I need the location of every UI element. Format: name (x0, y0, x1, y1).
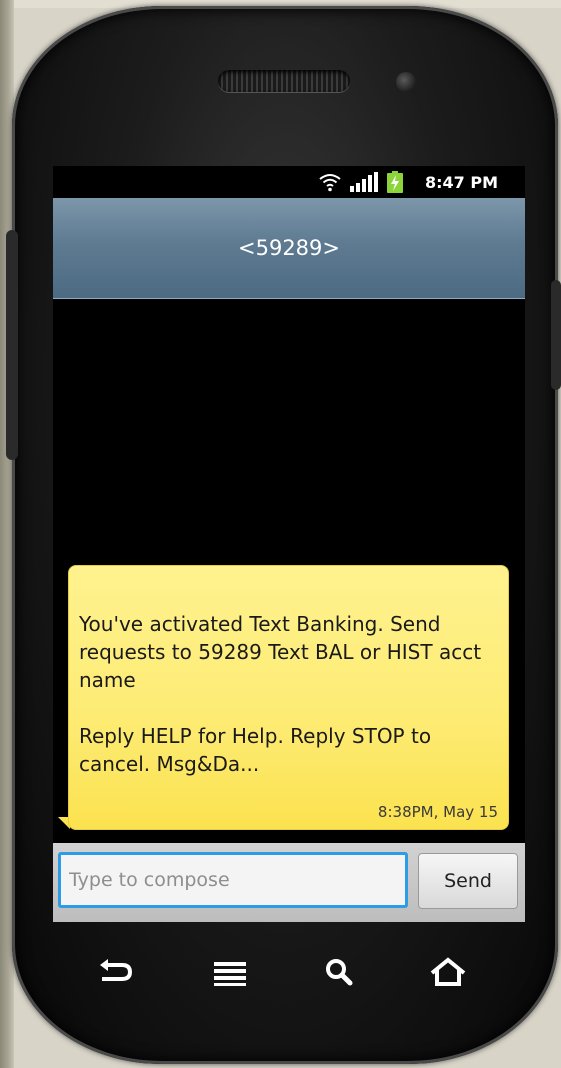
conversation-title: <59289> (238, 236, 340, 260)
message-list[interactable]: You've activated Text Banking. Send requ… (53, 299, 525, 842)
message-text: You've activated Text Banking. Send requ… (79, 612, 482, 776)
power-button (551, 280, 561, 390)
phone-screen: 8:47 PM <59289> You've activated Text Ba… (53, 166, 525, 922)
conversation-header: <59289> (53, 198, 525, 299)
signal-icon (350, 172, 378, 192)
message-bubble[interactable]: You've activated Text Banking. Send requ… (68, 565, 509, 830)
compose-bar: Send (53, 843, 525, 922)
compose-input[interactable] (58, 852, 408, 908)
front-camera (396, 72, 416, 92)
volume-button (6, 230, 18, 460)
send-button[interactable]: Send (418, 853, 518, 909)
menu-icon[interactable] (208, 956, 252, 988)
search-icon[interactable] (318, 956, 362, 988)
status-bar: 8:47 PM (53, 166, 525, 198)
home-icon[interactable] (426, 956, 470, 988)
earpiece-speaker (218, 70, 350, 92)
message-timestamp: 8:38PM, May 15 (377, 803, 498, 821)
wifi-icon (319, 174, 341, 192)
back-icon[interactable] (92, 956, 136, 988)
status-time: 8:47 PM (425, 173, 499, 192)
battery-charging-icon (387, 171, 403, 193)
